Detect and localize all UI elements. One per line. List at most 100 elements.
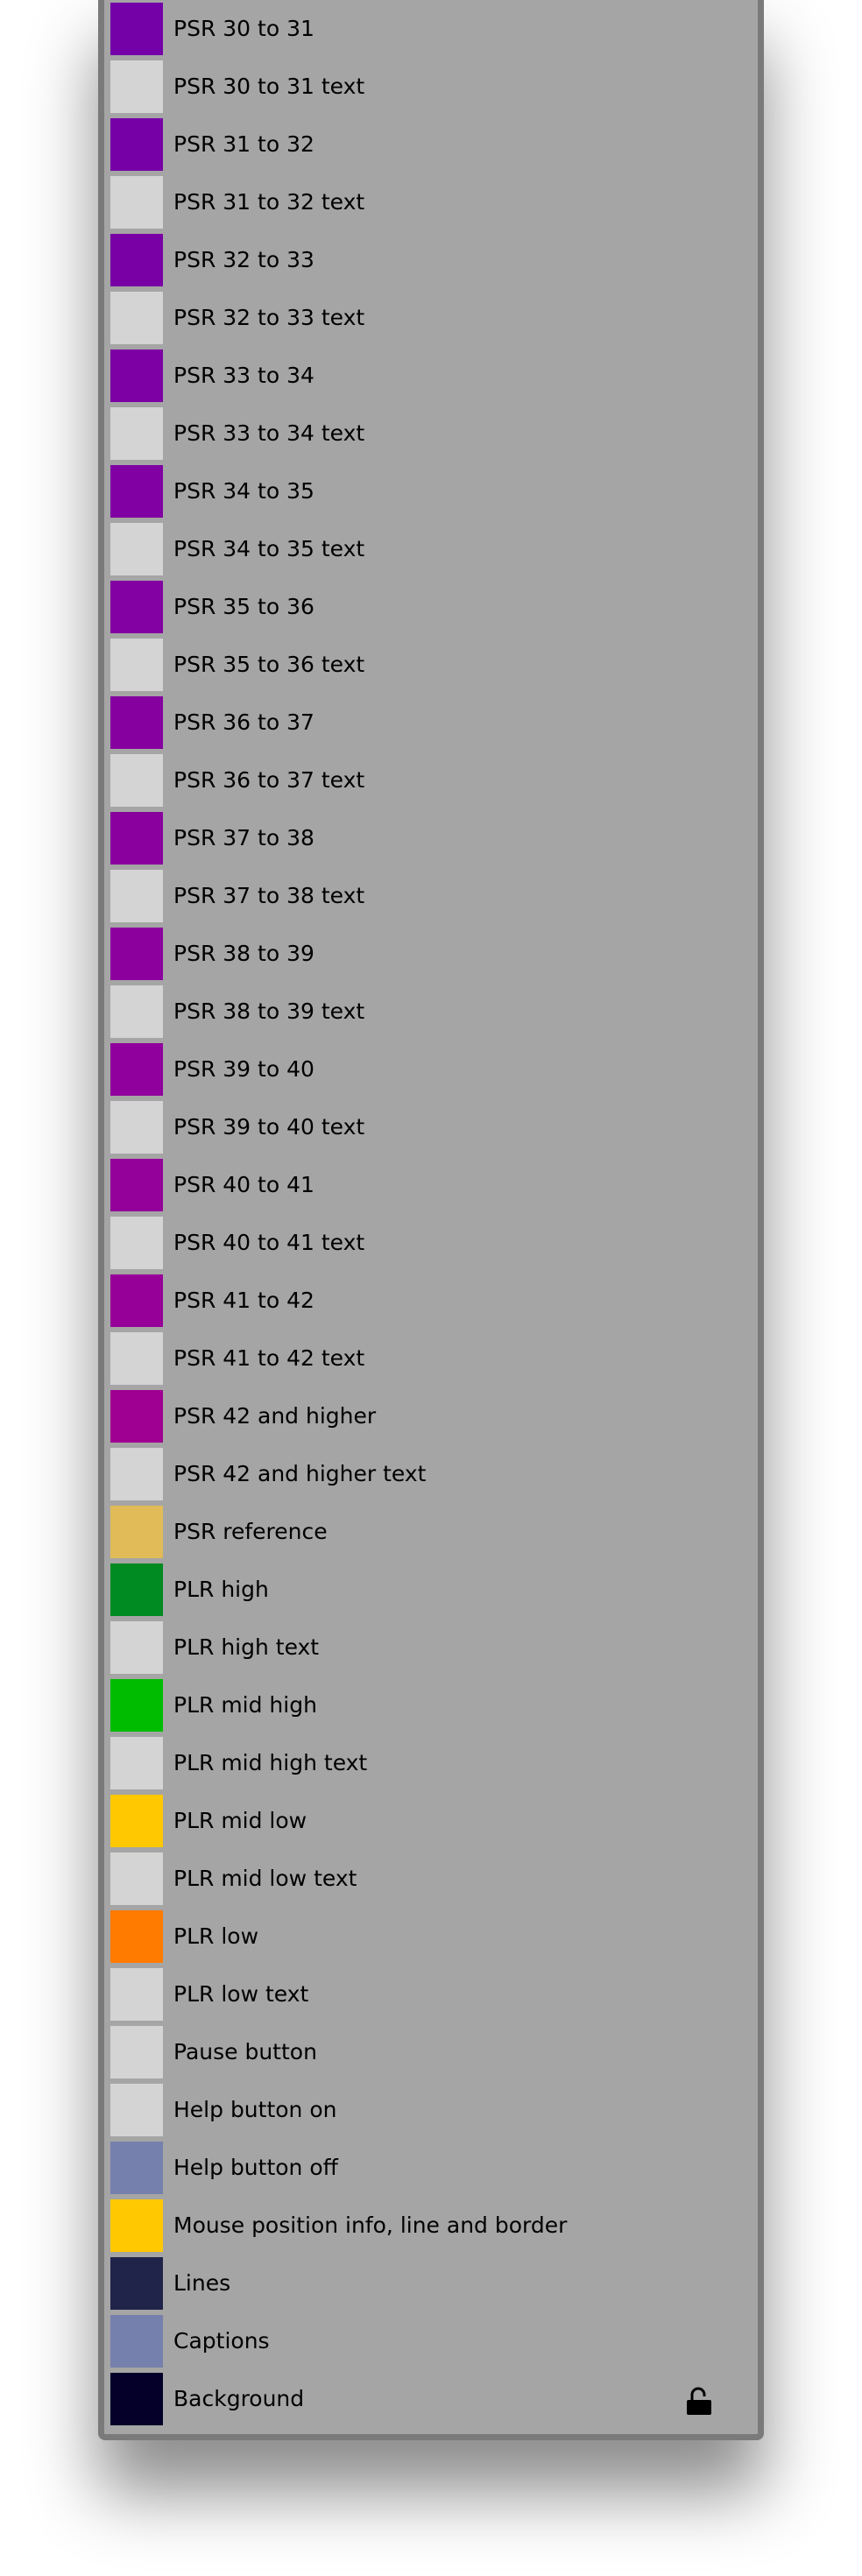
color-item: PSR 31 to 32 text: [110, 176, 758, 234]
color-swatch[interactable]: [110, 523, 163, 575]
color-item-label: PSR 40 to 41 text: [173, 1230, 365, 1255]
color-swatch[interactable]: [110, 696, 163, 749]
color-item-label: PLR high text: [173, 1634, 320, 1660]
color-swatch[interactable]: [110, 60, 163, 113]
color-item-label: PSR 37 to 38 text: [173, 883, 365, 908]
color-item: PSR 38 to 39: [110, 928, 758, 985]
color-item: PLR high: [110, 1563, 758, 1621]
color-item: PSR 35 to 36 text: [110, 639, 758, 696]
color-item-label: PSR 32 to 33 text: [173, 305, 365, 330]
color-swatch[interactable]: [110, 3, 163, 55]
color-swatch[interactable]: [110, 292, 163, 344]
color-item-label: PSR 39 to 40 text: [173, 1114, 365, 1140]
color-item: PSR 34 to 35: [110, 465, 758, 523]
color-item-label: PSR 39 to 40: [173, 1056, 314, 1082]
color-swatch[interactable]: [110, 1506, 163, 1558]
color-swatch[interactable]: [110, 2026, 163, 2078]
color-item-label: Help button on: [173, 2097, 337, 2122]
color-item: PSR 32 to 33: [110, 234, 758, 292]
color-swatch[interactable]: [110, 2373, 163, 2425]
color-swatch[interactable]: [110, 639, 163, 691]
color-item-label: PSR 32 to 33: [173, 247, 314, 272]
color-item: PSR 42 and higher text: [110, 1448, 758, 1506]
color-item-label: PSR 33 to 34 text: [173, 420, 365, 446]
color-item: PSR 33 to 34: [110, 349, 758, 407]
color-item-label: PSR reference: [173, 1519, 328, 1544]
color-item-label: Background: [173, 2386, 305, 2411]
color-swatch[interactable]: [110, 1910, 163, 1963]
color-swatch[interactable]: [110, 1217, 163, 1269]
color-swatch[interactable]: [110, 1101, 163, 1154]
color-swatch[interactable]: [110, 118, 163, 171]
color-item: PSR 38 to 39 text: [110, 985, 758, 1043]
color-swatch[interactable]: [110, 754, 163, 807]
color-swatch[interactable]: [110, 2199, 163, 2252]
color-item: PSR 39 to 40: [110, 1043, 758, 1101]
color-item-label: PSR 36 to 37: [173, 709, 314, 735]
color-item: PLR high text: [110, 1621, 758, 1679]
color-item: Lines: [110, 2257, 758, 2315]
color-swatch[interactable]: [110, 1274, 163, 1327]
color-item-label: PSR 31 to 32: [173, 131, 314, 157]
color-item-label: PLR mid low text: [173, 1866, 357, 1891]
color-item-label: PSR 34 to 35: [173, 478, 314, 504]
color-item: Help button on: [110, 2084, 758, 2142]
color-item: PLR mid high: [110, 1679, 758, 1737]
color-item-label: PSR 38 to 39 text: [173, 999, 365, 1024]
color-item: Captions: [110, 2315, 758, 2373]
color-item-label: PLR mid high text: [173, 1750, 368, 1775]
color-swatch[interactable]: [110, 928, 163, 980]
color-swatch[interactable]: [110, 234, 163, 286]
color-swatch[interactable]: [110, 1679, 163, 1732]
color-swatch[interactable]: [110, 1853, 163, 1905]
color-item: PSR 36 to 37: [110, 696, 758, 754]
color-swatch[interactable]: [110, 1159, 163, 1211]
color-item-label: Help button off: [173, 2155, 338, 2180]
color-swatch[interactable]: [110, 2315, 163, 2368]
color-swatch[interactable]: [110, 1968, 163, 2021]
color-list: PSR 30 to 31 PSR 30 to 31 text PSR 31 to 3…: [110, 3, 758, 2431]
color-settings-window: PSR 30 to 31 PSR 30 to 31 text PSR 31 to 3…: [98, 0, 764, 2440]
color-item: PLR mid low: [110, 1795, 758, 1853]
lock-open-icon[interactable]: [686, 2387, 712, 2415]
color-swatch[interactable]: [110, 407, 163, 460]
color-swatch[interactable]: [110, 581, 163, 633]
color-item-label: PLR mid low: [173, 1808, 307, 1833]
color-item: PSR 41 to 42 text: [110, 1332, 758, 1390]
color-item-label: PSR 35 to 36: [173, 594, 314, 619]
color-item: PSR 30 to 31: [110, 3, 758, 60]
color-swatch[interactable]: [110, 1621, 163, 1674]
color-item: PSR 33 to 34 text: [110, 407, 758, 465]
color-swatch[interactable]: [110, 1563, 163, 1616]
color-item-label: PSR 31 to 32 text: [173, 189, 365, 215]
color-item: Mouse position info, line and border: [110, 2199, 758, 2257]
color-item: PSR 32 to 33 text: [110, 292, 758, 349]
color-item: Help button off: [110, 2142, 758, 2199]
color-swatch[interactable]: [110, 1795, 163, 1847]
color-swatch[interactable]: [110, 2142, 163, 2194]
color-item-label: PSR 42 and higher text: [173, 1461, 427, 1486]
color-swatch[interactable]: [110, 2084, 163, 2136]
color-swatch[interactable]: [110, 465, 163, 518]
color-item-label: Mouse position info, line and border: [173, 2213, 568, 2238]
color-item: PLR low: [110, 1910, 758, 1968]
color-swatch[interactable]: [110, 870, 163, 922]
color-swatch[interactable]: [110, 176, 163, 229]
color-item-label: PLR low: [173, 1923, 259, 1949]
color-item: Pause button: [110, 2026, 758, 2084]
color-swatch[interactable]: [110, 349, 163, 402]
color-swatch[interactable]: [110, 812, 163, 865]
color-swatch[interactable]: [110, 2257, 163, 2310]
color-swatch[interactable]: [110, 1448, 163, 1500]
color-item: PSR 40 to 41 text: [110, 1217, 758, 1274]
color-swatch[interactable]: [110, 1737, 163, 1789]
color-item-label: Lines: [173, 2270, 231, 2296]
color-swatch[interactable]: [110, 985, 163, 1038]
color-item-label: PSR 41 to 42: [173, 1288, 314, 1313]
color-swatch[interactable]: [110, 1332, 163, 1385]
color-item-label: PSR 41 to 42 text: [173, 1345, 365, 1371]
color-item: PSR 41 to 42: [110, 1274, 758, 1332]
color-item-label: PSR 30 to 31 text: [173, 74, 365, 99]
color-swatch[interactable]: [110, 1390, 163, 1443]
color-swatch[interactable]: [110, 1043, 163, 1096]
